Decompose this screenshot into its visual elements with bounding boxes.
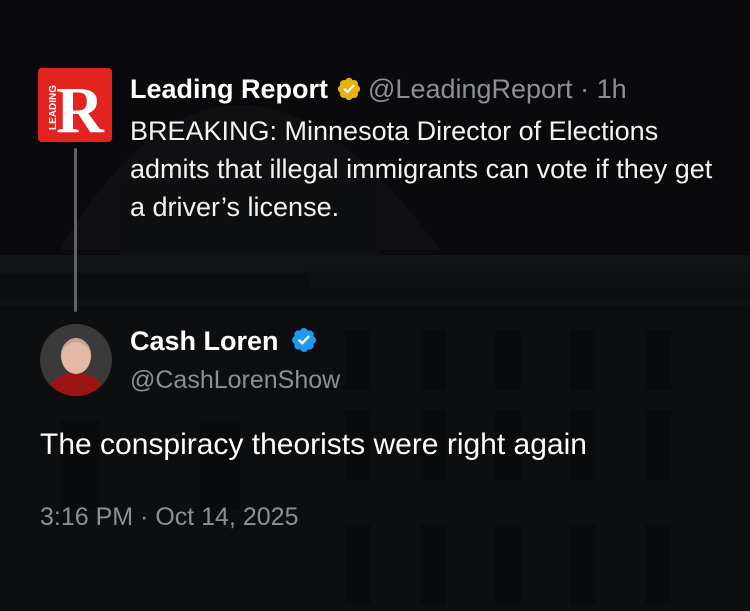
quoted-tweet-header: Leading Report @LeadingReport · 1h [130,72,627,110]
tweet-text: The conspiracy theorists were right agai… [40,428,587,461]
gold-verified-badge-icon [336,76,362,110]
author-name[interactable]: Cash Loren [130,326,279,356]
quoted-author-handle[interactable]: @LeadingReport [368,74,573,104]
thread-connector-line [74,148,77,312]
r-logo-icon: R LEADING [38,68,112,142]
header-separator: · [580,74,590,104]
avatar[interactable] [40,324,112,396]
quoted-time-ago[interactable]: 1h [597,74,627,104]
quoted-author-name[interactable]: Leading Report [130,74,328,104]
leading-report-logo[interactable]: R LEADING [38,68,112,142]
quoted-tweet-text: BREAKING: Minnesota Director of Election… [130,116,713,222]
logo-letter: R [56,74,105,142]
author-handle[interactable]: @CashLorenShow [130,366,340,395]
tweet-timestamp[interactable]: 3:16 PM · Oct 14, 2025 [40,503,298,532]
user-avatar-icon [40,324,112,396]
logo-word: LEADING [48,85,59,130]
author-name-row: Cash Loren [130,326,324,361]
blue-verified-badge-icon [290,326,318,361]
